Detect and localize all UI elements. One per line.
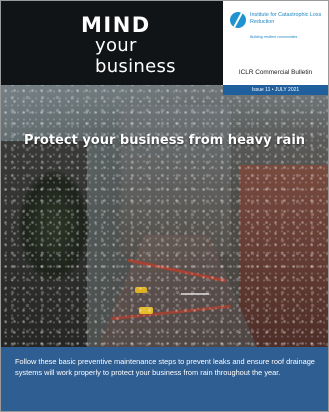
iclr-logo-icon (230, 12, 246, 28)
publisher-block: Institute for Catastrophic Loss Reductio… (223, 1, 328, 85)
issue-badge: Issue 11 • JULY 2021 (223, 85, 328, 95)
bulletin-title: ICLR Commercial Bulletin (238, 69, 313, 76)
cover-caption: Follow these basic preventive maintenanc… (15, 357, 315, 377)
org-name: Institute for Catastrophic Loss Reductio… (250, 12, 322, 25)
cover-header: MIND your business Institute for Catastr… (1, 1, 328, 85)
caption-band: Follow these basic preventive maintenanc… (1, 347, 328, 411)
org-tagline: Building resilient communities (250, 35, 298, 39)
rain-drops-overlay (1, 85, 328, 347)
masthead-title-line1: MIND (81, 13, 151, 37)
cover-photo: Protect your business from heavy rain (1, 85, 328, 347)
masthead-title-line2: your business (95, 35, 176, 77)
cover-headline: Protect your business from heavy rain (23, 133, 306, 148)
publisher-logo: Institute for Catastrophic Loss Reductio… (230, 12, 328, 28)
masthead: MIND your business (1, 1, 223, 85)
bulletin-cover: MIND your business Institute for Catastr… (0, 0, 329, 412)
